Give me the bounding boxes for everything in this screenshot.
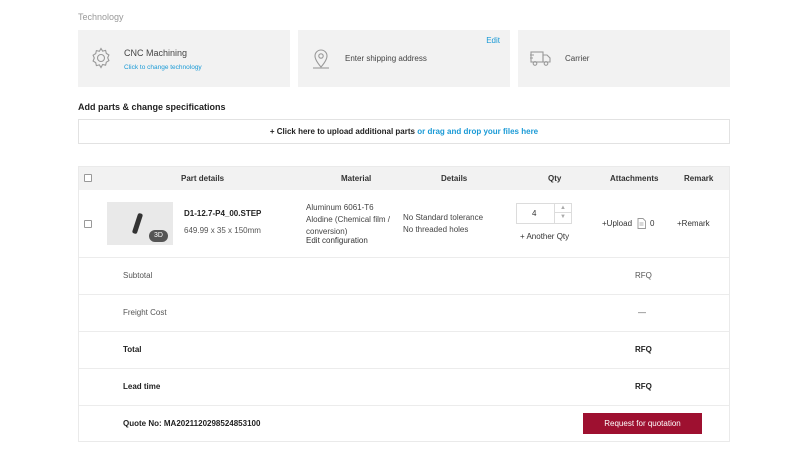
upload-attachment-link[interactable]: +Upload xyxy=(602,219,632,228)
parts-table: Part details Material Details Qty Attach… xyxy=(78,166,730,442)
map-pin-icon xyxy=(313,49,329,69)
drag-drop-text: or drag and drop your files here xyxy=(417,127,539,136)
freight-label: Freight Cost xyxy=(123,308,167,317)
row-divider xyxy=(79,405,729,406)
row-divider xyxy=(79,368,729,369)
quantity-stepper[interactable]: 4 ▲ ▼ xyxy=(516,203,572,224)
quote-number: Quote No: MA2021120298524853100 xyxy=(123,419,261,428)
quantity-value[interactable]: 4 xyxy=(532,209,536,218)
3d-badge[interactable]: 3D xyxy=(149,230,168,242)
parts-section-title: Add parts & change specifications xyxy=(78,102,226,112)
part-dimensions: 649.99 x 35 x 150mm xyxy=(184,226,261,235)
header-qty: Qty xyxy=(548,174,562,183)
change-technology-link[interactable]: Click to change technology xyxy=(124,64,202,71)
material-name: Aluminum 6061-T6 xyxy=(306,203,374,212)
subtotal-value: RFQ xyxy=(635,271,652,280)
header-remark: Remark xyxy=(684,174,714,183)
row-checkbox[interactable] xyxy=(84,220,92,228)
lead-time-label: Lead time xyxy=(123,382,161,391)
upload-parts-link[interactable]: + Click here to upload additional parts xyxy=(270,127,415,136)
row-divider xyxy=(79,294,729,295)
row-divider xyxy=(79,257,729,258)
add-remark-link[interactable]: +Remark xyxy=(677,219,710,228)
tolerance-detail: No Standard tolerance xyxy=(403,213,484,222)
truck-icon xyxy=(530,51,551,66)
upload-dropzone[interactable]: + Click here to upload additional parts … xyxy=(78,119,730,144)
part-file-name: D1-12.7-P4_00.STEP xyxy=(184,209,262,218)
total-label: Total xyxy=(123,345,142,354)
carrier-card[interactable]: Carrier xyxy=(518,30,730,87)
header-part-details: Part details xyxy=(181,174,225,183)
select-all-checkbox[interactable] xyxy=(84,174,92,182)
part-thumbnail[interactable]: 3D xyxy=(107,202,173,245)
header-attachments: Attachments xyxy=(610,174,659,183)
request-quotation-button[interactable]: Request for quotation xyxy=(583,413,702,434)
gear-icon xyxy=(92,47,110,69)
attachment-count[interactable]: 0 xyxy=(650,219,654,228)
lead-time-value: RFQ xyxy=(635,382,652,391)
row-divider xyxy=(79,331,729,332)
qty-decrement-icon[interactable]: ▼ xyxy=(555,213,571,222)
table-header: Part details Material Details Qty Attach… xyxy=(79,167,729,190)
material-finish: Alodine (Chemical film / xyxy=(306,215,391,224)
total-value: RFQ xyxy=(635,345,652,354)
shipping-address-card[interactable]: Enter shipping address Edit xyxy=(298,30,510,87)
carrier-title: Carrier xyxy=(565,54,590,63)
shipping-address-placeholder: Enter shipping address xyxy=(345,54,427,63)
subtotal-label: Subtotal xyxy=(123,271,153,280)
freight-value: — xyxy=(638,308,646,317)
technology-card[interactable]: CNC Machining Click to change technology xyxy=(78,30,290,87)
another-qty-link[interactable]: + Another Qty xyxy=(520,232,569,241)
part-preview-icon xyxy=(131,212,144,235)
technology-title: CNC Machining xyxy=(124,48,188,58)
threaded-holes-detail: No threaded holes xyxy=(403,225,469,234)
header-material: Material xyxy=(341,174,372,183)
qty-increment-icon[interactable]: ▲ xyxy=(555,204,571,213)
technology-section-label: Technology xyxy=(78,12,124,22)
edit-shipping-link[interactable]: Edit xyxy=(486,36,500,45)
header-details: Details xyxy=(441,174,468,183)
material-finish-cont: conversion) xyxy=(306,227,348,236)
edit-configuration-link[interactable]: Edit configuration xyxy=(306,236,368,245)
document-icon[interactable] xyxy=(637,218,646,229)
